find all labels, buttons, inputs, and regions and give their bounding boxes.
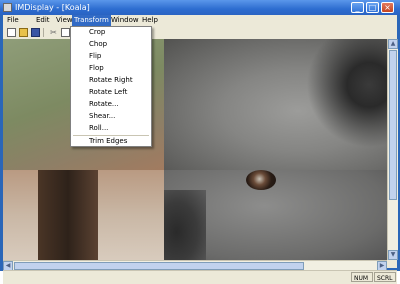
scroll-up-arrow[interactable]: ▲ xyxy=(388,39,398,49)
num-lock-indicator: NUM xyxy=(351,272,373,282)
menu-item-trim-edges[interactable]: Trim Edges xyxy=(89,136,127,147)
menu-item-roll[interactable]: Roll... xyxy=(89,123,108,134)
koala-nose-closeup xyxy=(38,170,98,260)
window-title: IMDisplay - [Koala] xyxy=(15,3,90,12)
scroll-lock-indicator: SCRL xyxy=(374,272,396,282)
menu-item-flop[interactable]: Flop xyxy=(89,63,104,74)
new-file-icon[interactable] xyxy=(7,28,16,37)
save-disk-icon[interactable] xyxy=(31,28,40,37)
titlebar[interactable]: IMDisplay - [Koala] _ □ × xyxy=(0,0,400,15)
cut-icon[interactable]: ✂ xyxy=(49,28,58,37)
menu-help[interactable]: Help xyxy=(140,15,160,26)
menu-transform[interactable]: Transform xyxy=(72,15,111,26)
image-view[interactable] xyxy=(3,39,387,260)
vertical-scrollbar[interactable]: ▲ ▼ xyxy=(387,39,398,260)
menu-item-rotate-left[interactable]: Rotate Left xyxy=(89,87,127,98)
app-icon xyxy=(3,3,12,12)
koala-eye xyxy=(246,170,276,190)
menu-item-shear[interactable]: Shear... xyxy=(89,111,115,122)
menu-window[interactable]: Window xyxy=(109,15,141,26)
copy-icon[interactable] xyxy=(61,28,70,37)
menu-item-flip[interactable]: Flip xyxy=(89,51,101,62)
scroll-down-arrow[interactable]: ▼ xyxy=(388,250,398,260)
toolbar-separator xyxy=(43,28,44,37)
horizontal-scroll-thumb[interactable] xyxy=(14,262,304,270)
menu-item-rotate[interactable]: Rotate... xyxy=(89,99,119,110)
koala-ear-shadow xyxy=(164,39,387,170)
statusbar: NUM SCRL xyxy=(3,270,397,284)
toolbar: ✂ xyxy=(3,26,397,40)
menubar: File Edit View Transform Window Help xyxy=(3,15,397,26)
menu-file[interactable]: File xyxy=(5,15,21,26)
minimize-button[interactable]: _ xyxy=(351,2,364,13)
open-folder-icon[interactable] xyxy=(19,28,28,37)
close-button[interactable]: × xyxy=(381,2,394,13)
maximize-button[interactable]: □ xyxy=(366,2,379,13)
app-window: IMDisplay - [Koala] _ □ × File Edit View… xyxy=(0,0,400,284)
menu-item-rotate-right[interactable]: Rotate Right xyxy=(89,75,133,86)
menu-edit[interactable]: Edit xyxy=(34,15,52,26)
transform-menu: Crop Chop Flip Flop Rotate Right Rotate … xyxy=(70,26,152,147)
client-area: File Edit View Transform Window Help ✂ ▲… xyxy=(3,15,398,284)
vertical-scroll-thumb[interactable] xyxy=(389,50,397,200)
menu-item-chop[interactable]: Chop xyxy=(89,39,107,50)
koala-nose xyxy=(164,190,206,260)
menu-item-crop[interactable]: Crop xyxy=(89,27,105,38)
